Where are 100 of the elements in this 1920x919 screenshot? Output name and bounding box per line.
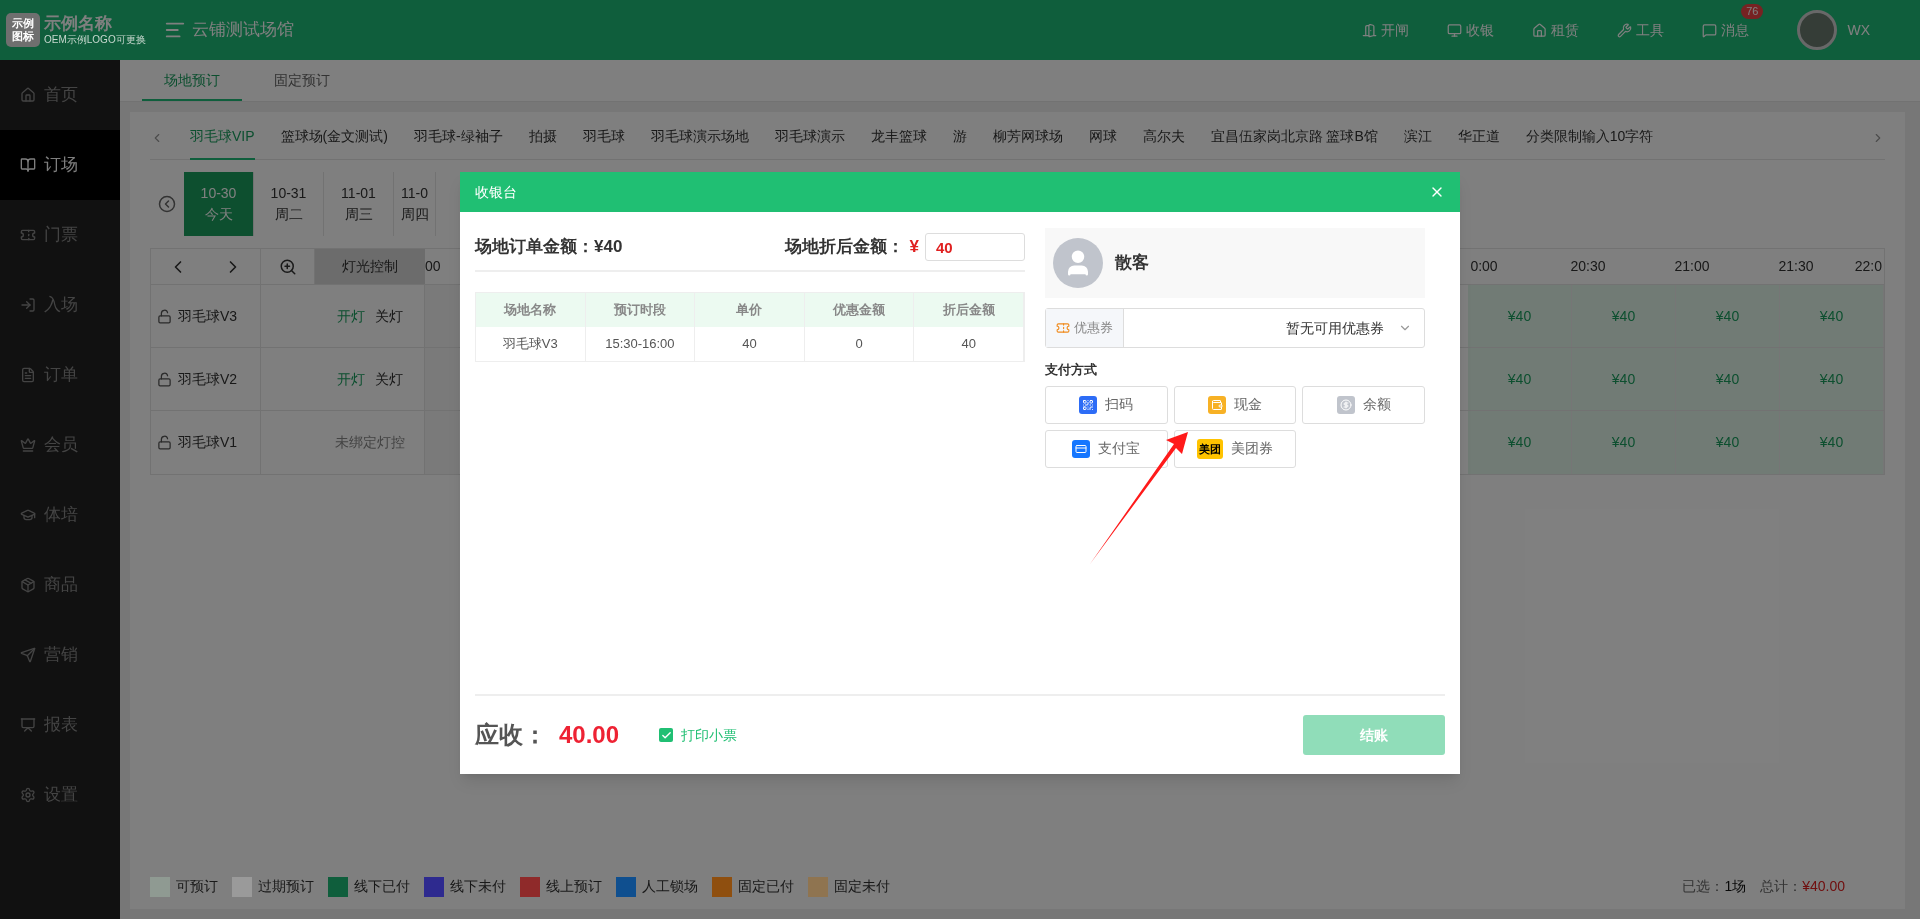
category-tab[interactable]: 高尔夫 — [1142, 115, 1185, 160]
available-slot[interactable]: ¥40 — [1468, 285, 1572, 347]
home-icon — [20, 87, 36, 103]
legend-label: 人工锁场 — [642, 877, 698, 896]
available-slot[interactable]: ¥40 — [1780, 285, 1884, 347]
category-tab[interactable]: 龙丰篮球 — [870, 115, 927, 160]
payment-method-button[interactable]: 余额 — [1302, 385, 1425, 424]
page-tab[interactable]: 场地预订 — [142, 61, 242, 101]
wrench-icon — [1617, 22, 1633, 38]
coupon-label: 优惠券 — [1046, 309, 1124, 347]
time-label: 22:0 — [1854, 257, 1882, 276]
court-name: 羽毛球V3 — [178, 306, 238, 326]
available-slot[interactable]: ¥40 — [1572, 348, 1676, 410]
available-slot[interactable]: ¥40 — [1780, 348, 1884, 410]
previous-date-icon[interactable] — [158, 195, 176, 213]
table-header-cell: 优惠金额 — [804, 293, 915, 327]
category-tab[interactable]: 拍摄 — [528, 115, 557, 160]
message-count-badge: 76 — [1741, 3, 1764, 19]
paper-plane-icon — [20, 647, 36, 663]
category-tab[interactable]: 羽毛球-绿袖子 — [413, 115, 503, 160]
light-off-button[interactable]: 关灯 — [374, 368, 403, 390]
available-slot[interactable]: ¥40 — [1676, 348, 1780, 410]
available-slot[interactable]: ¥40 — [1676, 285, 1780, 347]
package-icon — [20, 577, 36, 593]
order-amount: ¥40 — [594, 236, 623, 259]
logo-badge: 美团 — [1197, 438, 1223, 459]
light-control-header: 灯光控制 — [315, 249, 425, 284]
coin-icon — [1336, 395, 1355, 414]
unlock-icon[interactable] — [157, 435, 172, 450]
selected-count: 1场 — [1724, 877, 1747, 896]
light-on-button[interactable]: 开灯 — [336, 305, 365, 327]
card-icon — [1072, 439, 1091, 458]
total-label: 总计： — [1760, 877, 1803, 896]
header-action[interactable]: 开闸 — [1362, 19, 1410, 41]
header-action[interactable]: 工具 — [1617, 19, 1665, 41]
table-cell: 40 — [695, 327, 805, 361]
user-name[interactable]: WX — [1847, 19, 1870, 41]
category-tab[interactable]: 网球 — [1088, 115, 1117, 160]
available-slot[interactable]: ¥40 — [1676, 411, 1780, 474]
category-tab[interactable]: 华正道 — [1457, 115, 1500, 160]
avatar-photo-placeholder[interactable] — [1797, 10, 1838, 50]
category-tab[interactable]: 羽毛球演示场地 — [650, 115, 749, 160]
light-off-button[interactable]: 关灯 — [374, 305, 403, 327]
payment-method-title: 支付方式 — [1045, 361, 1098, 379]
category-tab[interactable]: 羽毛球演示 — [774, 115, 845, 160]
login-icon — [20, 297, 36, 313]
qr-code-icon — [1079, 395, 1098, 414]
document-icon — [20, 367, 36, 383]
payment-method-button[interactable]: 扫码 — [1045, 385, 1168, 424]
legend-label: 线下未付 — [450, 877, 506, 896]
print-receipt-checkbox[interactable] — [659, 728, 674, 742]
category-tab[interactable]: 分类限制输入10字符 — [1525, 115, 1654, 160]
table-header-cell: 预订时段 — [585, 293, 696, 327]
light-unbound-note: 未绑定灯控 — [334, 433, 405, 452]
table-cell: 15:30-16:00 — [585, 327, 696, 361]
time-label: 21:00 — [1674, 257, 1710, 276]
house-icon — [1532, 22, 1548, 38]
category-tab[interactable]: 羽毛球VIP — [190, 115, 255, 160]
date-tab[interactable]: 11-0 周四 — [394, 172, 436, 236]
category-tab[interactable]: 滨江 — [1403, 115, 1432, 160]
page-tab[interactable]: 固定预订 — [252, 61, 352, 101]
sidebar-item[interactable]: 订场 — [0, 130, 120, 200]
discount-amount-field[interactable]: 40 — [925, 233, 1025, 261]
available-slot[interactable]: ¥40 — [1572, 411, 1676, 474]
book-icon — [20, 157, 36, 173]
currency-symbol: ¥ — [909, 236, 919, 259]
available-slot[interactable]: ¥40 — [1468, 411, 1572, 474]
zoom-in-icon[interactable] — [278, 257, 297, 276]
available-slot[interactable]: ¥40 — [1468, 348, 1572, 410]
legend-label: 可预订 — [176, 877, 218, 896]
category-tab[interactable]: 篮球场(金文测试) — [280, 115, 388, 160]
header-action[interactable]: 收银 — [1447, 19, 1495, 41]
court-name: 羽毛球V1 — [178, 433, 238, 452]
settings-icon — [20, 787, 36, 803]
venue-title: 云铺测试场馆 — [191, 19, 294, 42]
category-tab[interactable]: 宜昌伍家岗北京路 篮球B馆 — [1210, 115, 1378, 160]
date-tab[interactable]: 10-31 周二 — [254, 172, 324, 236]
wallet-icon — [1208, 395, 1226, 414]
customer-name: 散客 — [1115, 252, 1149, 275]
dialog-title: 收银台 — [475, 182, 517, 202]
payment-method-button[interactable]: 现金 — [1173, 385, 1297, 424]
table-cell: 40 — [914, 327, 1024, 361]
category-tab[interactable]: 柳芳网球场 — [992, 115, 1063, 160]
print-receipt-label: 打印小票 — [681, 725, 738, 745]
date-tab[interactable]: 11-01 周三 — [324, 172, 394, 236]
total-amount: ¥40.00 — [1802, 877, 1845, 896]
unlock-icon[interactable] — [157, 371, 172, 387]
coupon-select[interactable]: 优惠券 暂无可用优惠券 — [1045, 308, 1425, 348]
category-tab[interactable]: 羽毛球 — [582, 115, 625, 160]
amount-due: 40.00 — [559, 720, 620, 750]
order-amount-label: 场地订单金额： — [475, 236, 594, 259]
available-slot[interactable]: ¥40 — [1572, 285, 1676, 347]
header-action[interactable]: 消息 — [1702, 19, 1750, 41]
category-tab[interactable]: 游 — [952, 115, 967, 160]
date-tab[interactable]: 10-30 今天 — [184, 172, 254, 236]
light-on-button[interactable]: 开灯 — [336, 368, 365, 390]
header-action[interactable]: 租赁 — [1532, 19, 1580, 41]
chat-icon — [1702, 22, 1718, 38]
available-slot[interactable]: ¥40 — [1780, 411, 1884, 474]
unlock-icon[interactable] — [157, 308, 172, 324]
